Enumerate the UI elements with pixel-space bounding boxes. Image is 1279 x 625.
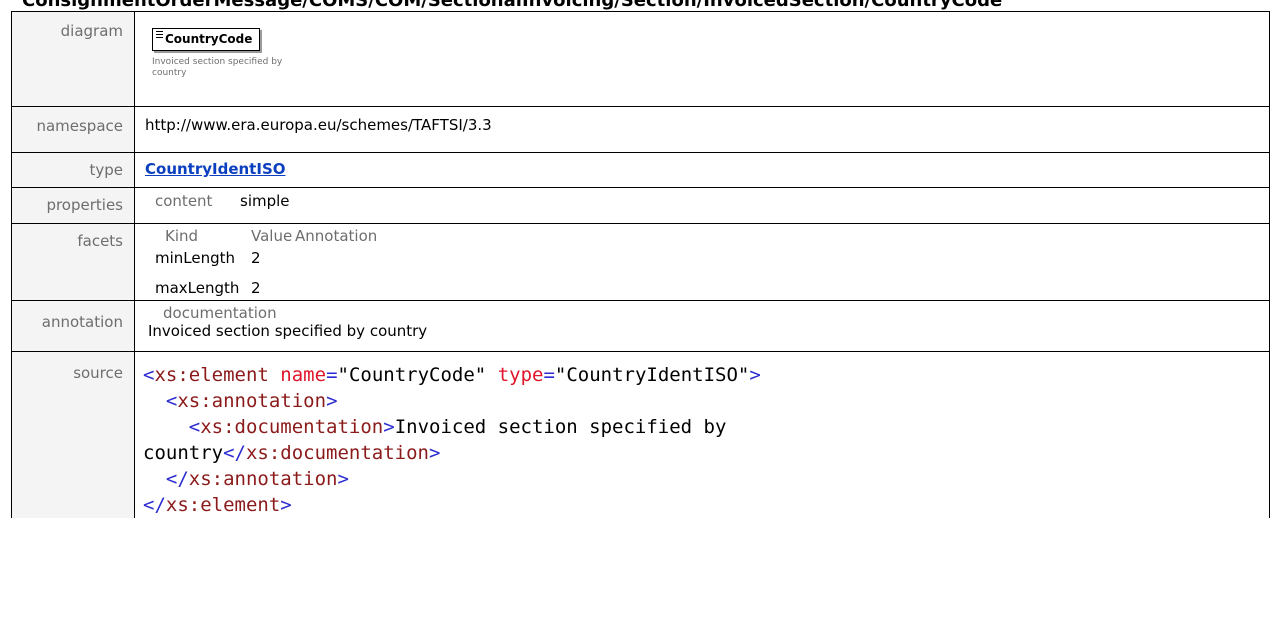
annotation-value: Invoiced section specified by country [148, 322, 428, 340]
row-label-namespace: namespace [11, 106, 135, 153]
annotation-key: documentation [163, 304, 277, 322]
element-node[interactable]: CountryCode [152, 28, 260, 51]
properties-key: content [155, 192, 213, 210]
annotation-cell: documentation Invoiced section specified… [134, 300, 1270, 352]
facet-value: 2 [251, 279, 261, 297]
element-node-doc: Invoiced section specified by country [152, 57, 283, 78]
page-title: ConsignmentOrderMessage/COMS/COM/Section… [22, 0, 1003, 11]
facets-header-annotation: Annotation [295, 227, 378, 245]
element-doc-table: diagram CountryCode Invoiced section spe… [11, 11, 1270, 518]
row-label-source: source [11, 351, 135, 518]
source-cell: <xs:element name="CountryCode" type="Cou… [134, 351, 1270, 518]
row-type: type CountryIdentISO [11, 152, 1270, 188]
element-node-label: CountryCode [165, 32, 253, 46]
row-facets: facets Kind Value Annotation minLength 2… [11, 223, 1270, 301]
facet-kind: maxLength [155, 279, 240, 297]
row-label-type: type [11, 152, 135, 188]
facet-kind: minLength [155, 249, 236, 267]
type-cell: CountryIdentISO [134, 152, 1270, 188]
row-diagram: diagram CountryCode Invoiced section spe… [11, 11, 1270, 107]
row-label-properties: properties [11, 187, 135, 224]
diagram-cell: CountryCode Invoiced section specified b… [134, 11, 1270, 107]
row-source: source <xs:element name="CountryCode" ty… [11, 351, 1270, 518]
row-namespace: namespace http://www.era.europa.eu/schem… [11, 106, 1270, 153]
properties-cell: content simple [134, 187, 1270, 224]
facet-value: 2 [251, 249, 261, 267]
namespace-value: http://www.era.europa.eu/schemes/TAFTSI/… [134, 106, 1270, 153]
facets-cell: Kind Value Annotation minLength 2 maxLen… [134, 223, 1270, 301]
row-annotation: annotation documentation Invoiced sectio… [11, 300, 1270, 352]
element-lines-icon [156, 31, 163, 38]
row-label-annotation: annotation [11, 300, 135, 352]
row-properties: properties content simple [11, 187, 1270, 224]
facets-header-kind: Kind [165, 227, 199, 245]
row-label-facets: facets [11, 223, 135, 301]
type-link[interactable]: CountryIdentISO [145, 160, 286, 178]
facets-header-value: Value [251, 227, 293, 245]
row-label-diagram: diagram [11, 11, 135, 107]
properties-value: simple [240, 192, 290, 210]
facets-table: Kind Value Annotation minLength 2 maxLen… [145, 228, 1269, 300]
facet-annotation [295, 270, 415, 300]
source-code: <xs:element name="CountryCode" type="Cou… [143, 364, 761, 516]
facet-annotation [295, 244, 415, 270]
